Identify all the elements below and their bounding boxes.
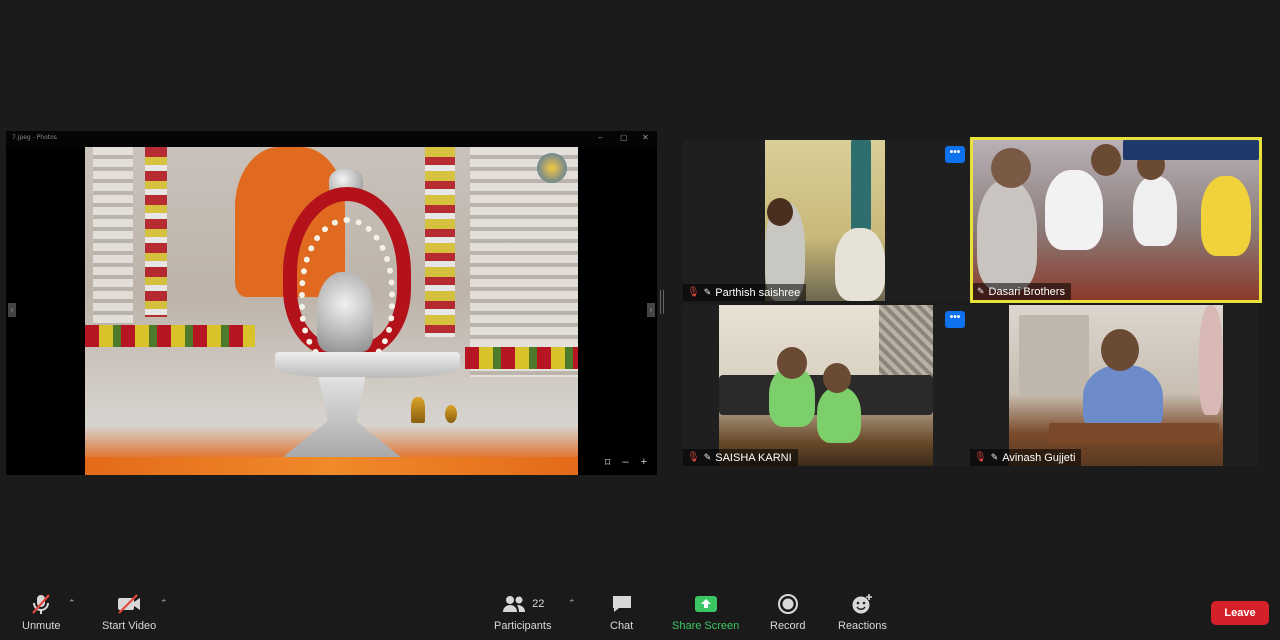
garland-strand-left <box>145 147 167 317</box>
shared-screen-window: 7.jpeg - Photos – ▢ ✕ ‹ › ⌑ – + <box>6 131 657 475</box>
photo-viewer-tools: ⌑ – + <box>605 456 647 469</box>
participants-count: 22 <box>532 598 545 610</box>
participants-label: Participants <box>494 620 552 632</box>
person-head <box>823 363 851 393</box>
meeting-toolbar: Unmute ⌃ Start Video ⌃ 22 Participants ⌃… <box>0 584 1280 640</box>
video-off-icon <box>115 592 143 616</box>
curtain <box>851 140 871 230</box>
shared-window-titlebar: 7.jpeg - Photos – ▢ ✕ <box>6 131 657 147</box>
zoom-in-icon: + <box>640 456 647 468</box>
participant-name: Parthish saishree <box>715 286 801 299</box>
video-feed <box>973 140 1259 300</box>
person-head <box>1091 144 1121 176</box>
reactions-button[interactable]: Reactions <box>838 592 887 632</box>
flower-bed-left <box>85 325 255 347</box>
silver-pedestal <box>283 377 401 457</box>
logo-watermark <box>537 153 567 183</box>
name-tag: 🎙︎ ✎ Avinash Gujjeti <box>970 449 1082 466</box>
brass-lamp <box>411 397 425 423</box>
active-speaker-tile[interactable]: ✎ Dasari Brothers <box>970 137 1262 303</box>
shared-photo <box>85 147 578 475</box>
pin-icon: ✎ <box>703 287 712 297</box>
split-view-handle[interactable] <box>660 290 664 314</box>
start-video-button[interactable]: Start Video <box>102 592 156 632</box>
previous-photo-icon: ‹ <box>8 303 16 317</box>
person <box>1199 305 1223 415</box>
chat-label: Chat <box>610 620 634 632</box>
zoom-out-icon: – <box>622 456 629 468</box>
person <box>1133 176 1177 246</box>
shared-window-title: 7.jpeg - Photos <box>12 134 57 141</box>
participants-icon: 22 <box>501 592 544 616</box>
close-icon: ✕ <box>642 133 649 142</box>
brass-pot <box>445 405 457 423</box>
person-head <box>991 148 1031 188</box>
record-icon <box>777 592 799 616</box>
name-tag: ✎ Dasari Brothers <box>973 283 1071 300</box>
person <box>835 228 885 301</box>
person <box>977 180 1037 290</box>
marigold-base <box>85 457 578 475</box>
pillar-left <box>93 147 133 347</box>
video-feed <box>719 305 933 466</box>
pin-icon: ✎ <box>977 286 985 296</box>
next-photo-icon: › <box>647 303 655 317</box>
participant-tile[interactable]: ••• 🎙︎ ✎ Parthish saishree <box>683 140 971 301</box>
minimize-icon: – <box>598 133 603 142</box>
pin-icon: ✎ <box>703 452 712 462</box>
unmute-button[interactable]: Unmute <box>22 592 61 632</box>
share-screen-label: Share Screen <box>672 620 740 632</box>
record-label: Record <box>770 620 806 632</box>
shelf <box>1019 315 1089 395</box>
share-screen-icon <box>694 592 718 616</box>
participants-button[interactable]: 22 Participants <box>494 592 551 632</box>
fit-icon: ⌑ <box>604 457 611 469</box>
audio-options-caret-icon[interactable]: ⌃ <box>68 598 76 609</box>
participant-name: SAISHA KARNI <box>715 451 792 464</box>
person <box>1045 170 1103 250</box>
participant-name: Avinash Gujjeti <box>1002 451 1076 464</box>
flower-bed-right <box>465 347 578 369</box>
more-options-button[interactable]: ••• <box>945 146 965 163</box>
leave-button[interactable]: Leave <box>1211 601 1269 625</box>
mic-off-icon <box>29 592 53 616</box>
mic-muted-icon: 🎙︎ <box>687 452 700 463</box>
reactions-icon <box>850 592 874 616</box>
video-options-caret-icon[interactable]: ⌃ <box>160 598 168 609</box>
chat-button[interactable]: Chat <box>610 592 633 632</box>
low-table <box>1049 423 1219 443</box>
garland-strand-right <box>425 147 455 337</box>
record-button[interactable]: Record <box>770 592 805 632</box>
reactions-label: Reactions <box>838 620 887 632</box>
participant-tile[interactable]: ••• 🎙︎ ✎ SAISHA KARNI <box>683 305 971 466</box>
participant-name: Dasari Brothers <box>988 285 1065 298</box>
sofa <box>1123 140 1259 160</box>
silver-wall <box>470 147 578 377</box>
mic-muted-icon: 🎙︎ <box>974 452 987 463</box>
meeting-stage: 7.jpeg - Photos – ▢ ✕ ‹ › ⌑ – + ••• 🎙︎ ✎… <box>0 0 1280 640</box>
video-feed <box>765 140 885 301</box>
start-video-label: Start Video <box>102 620 157 632</box>
person-head <box>777 347 807 379</box>
person <box>1201 176 1251 256</box>
mic-muted-icon: 🎙︎ <box>687 287 700 298</box>
name-tag: 🎙︎ ✎ SAISHA KARNI <box>683 449 798 466</box>
participant-tile[interactable]: 🎙︎ ✎ Avinash Gujjeti <box>970 305 1258 466</box>
silver-stand <box>275 352 460 378</box>
video-feed <box>1009 305 1223 466</box>
more-options-button[interactable]: ••• <box>945 311 965 328</box>
person-head <box>1101 329 1139 371</box>
pin-icon: ✎ <box>990 452 999 462</box>
person <box>817 387 861 443</box>
share-screen-button[interactable]: Share Screen <box>672 592 739 632</box>
person-head <box>767 198 793 226</box>
name-tag: 🎙︎ ✎ Parthish saishree <box>683 284 807 301</box>
chat-icon <box>611 592 633 616</box>
maximize-icon: ▢ <box>620 133 628 142</box>
shivling <box>317 272 373 352</box>
participants-caret-icon[interactable]: ⌃ <box>568 598 576 609</box>
unmute-label: Unmute <box>22 620 61 632</box>
